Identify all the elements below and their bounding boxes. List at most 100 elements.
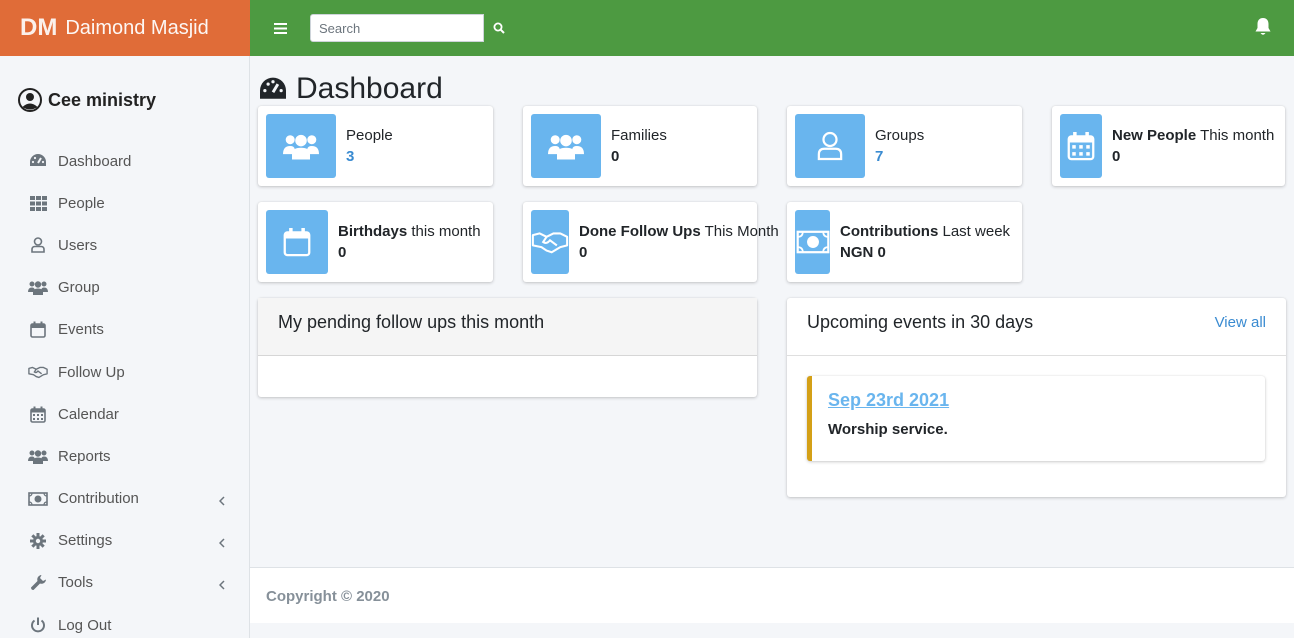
stat-contributions[interactable]: Contributions Last week NGN 0	[787, 202, 1022, 282]
stat-new-people[interactable]: New People This month 0	[1052, 106, 1285, 186]
sidebar-item-people[interactable]: People	[0, 182, 249, 224]
footer: Copyright © 2020	[250, 567, 1294, 623]
sidebar-item-label: Group	[58, 279, 100, 297]
sidebar-item-tools[interactable]: Tools	[0, 562, 249, 604]
stat-label: Birthdays this month	[338, 223, 481, 240]
handshake-icon	[28, 363, 48, 381]
sidebar-item-reports[interactable]: Reports	[0, 435, 249, 477]
sidebar-item-contribution[interactable]: Contribution	[0, 478, 249, 520]
notifications-bell[interactable]	[1254, 17, 1272, 42]
search-form	[310, 14, 514, 42]
money-icon	[28, 490, 48, 508]
handshake-icon	[531, 210, 569, 274]
page-title-text: Dashboard	[296, 72, 443, 105]
sidebar-item-follow-up[interactable]: Follow Up	[0, 351, 249, 393]
search-button[interactable]	[484, 14, 514, 42]
upcoming-events-card: Upcoming events in 30 days View all Sep …	[787, 298, 1286, 497]
grid-icon	[28, 194, 48, 212]
stat-label: Contributions Last week	[840, 223, 1010, 240]
stat-label: New People This month	[1112, 127, 1274, 144]
brand-abbr: DM	[20, 14, 58, 41]
sidebar-item-label: Calendar	[58, 405, 119, 423]
calendar-icon	[1060, 114, 1102, 178]
users-icon	[531, 114, 601, 178]
stat-label: Done Follow Ups This Month	[579, 223, 779, 240]
sidebar-item-label: Reports	[58, 447, 111, 465]
tachometer-icon	[258, 76, 288, 102]
sidebar-item-label: People	[58, 194, 105, 212]
stat-people[interactable]: People 3	[258, 106, 493, 186]
event-date-link[interactable]: Sep 23rd 2021	[828, 390, 1249, 411]
menu-toggle-button[interactable]	[250, 0, 310, 56]
top-navbar	[250, 0, 1294, 56]
copyright-text: Copyright © 2020	[266, 588, 390, 605]
stat-label-rest: This month	[1196, 127, 1275, 144]
sidebar-item-label: Events	[58, 321, 104, 339]
money-icon	[795, 210, 830, 274]
sidebar-item-label: Follow Up	[58, 363, 125, 381]
sidebar-item-group[interactable]: Group	[0, 267, 249, 309]
sidebar-item-label: Settings	[58, 532, 113, 550]
pending-followups-card: My pending follow ups this month	[258, 298, 757, 397]
stat-label-rest: Last week	[938, 223, 1011, 240]
stat-families[interactable]: Families 0	[523, 106, 757, 186]
stat-label: Families	[611, 127, 667, 144]
stat-value: 0	[338, 244, 347, 261]
view-all-link[interactable]: View all	[1215, 314, 1266, 331]
users-icon	[28, 447, 48, 465]
search-input[interactable]	[310, 14, 484, 42]
event-name: Worship service.	[828, 421, 948, 438]
user-icon	[795, 114, 865, 178]
stat-label-bold: Contributions	[840, 223, 939, 240]
stat-label: People	[346, 127, 393, 144]
search-icon	[493, 22, 505, 34]
sidebar-item-users[interactable]: Users	[0, 224, 249, 266]
stat-value: 0	[579, 244, 588, 261]
stat-value: NGN 0	[840, 244, 886, 261]
stat-label-bold: Done Follow Ups	[579, 223, 701, 240]
calendar-icon	[28, 405, 48, 423]
stat-birthdays[interactable]: Birthdays this month 0	[258, 202, 493, 282]
sidebar-item-settings[interactable]: Settings	[0, 520, 249, 562]
sidebar-item-calendar[interactable]: Calendar	[0, 393, 249, 435]
user-icon	[28, 236, 48, 254]
stat-label-rest: This Month	[700, 223, 779, 240]
tachometer-icon	[28, 152, 48, 170]
chevron-left-icon	[218, 577, 225, 594]
sidebar-item-log-out[interactable]: Log Out	[0, 604, 249, 638]
brand[interactable]: DM Daimond Masjid	[0, 0, 250, 56]
user-name: Cee ministry	[48, 89, 157, 110]
card-title: Upcoming events in 30 days	[807, 312, 1034, 332]
event-item: Sep 23rd 2021 Worship service.	[807, 376, 1265, 461]
brand-name: Daimond Masjid	[65, 16, 209, 39]
stat-value: 0	[611, 148, 620, 165]
page-title: Dashboard	[258, 72, 443, 106]
chevron-left-icon	[218, 493, 225, 510]
users-icon	[266, 114, 336, 178]
bell-icon	[1255, 18, 1271, 35]
stat-label-rest: this month	[407, 223, 481, 240]
wrench-icon	[28, 574, 48, 592]
user-circle-icon	[18, 88, 42, 112]
card-header: Upcoming events in 30 days View all	[787, 298, 1286, 356]
sidebar-item-label: Contribution	[58, 490, 139, 508]
sidebar-item-events[interactable]: Events	[0, 309, 249, 351]
hamburger-icon	[273, 22, 287, 34]
sidebar-item-dashboard[interactable]: Dashboard	[0, 140, 249, 182]
stat-groups[interactable]: Groups 7	[787, 106, 1022, 186]
calendar-blank-icon	[28, 321, 48, 339]
card-header: My pending follow ups this month	[258, 298, 757, 356]
user-panel[interactable]: Cee ministry	[0, 56, 249, 122]
sidebar-nav: Dashboard People Users Group Events Foll…	[0, 140, 249, 638]
stat-label-bold: Birthdays	[338, 223, 408, 240]
stat-follow-ups[interactable]: Done Follow Ups This Month 0	[523, 202, 779, 282]
sidebar-item-label: Dashboard	[58, 152, 132, 170]
card-title: My pending follow ups this month	[278, 312, 545, 332]
users-icon	[28, 279, 48, 297]
sidebar-item-label: Log Out	[58, 616, 112, 634]
stat-value[interactable]: 3	[346, 146, 393, 167]
stat-value[interactable]: 7	[875, 146, 924, 167]
stat-label-bold: New People	[1112, 127, 1197, 144]
power-icon	[28, 616, 48, 634]
sidebar: Cee ministry Dashboard People Users Grou…	[0, 56, 250, 638]
